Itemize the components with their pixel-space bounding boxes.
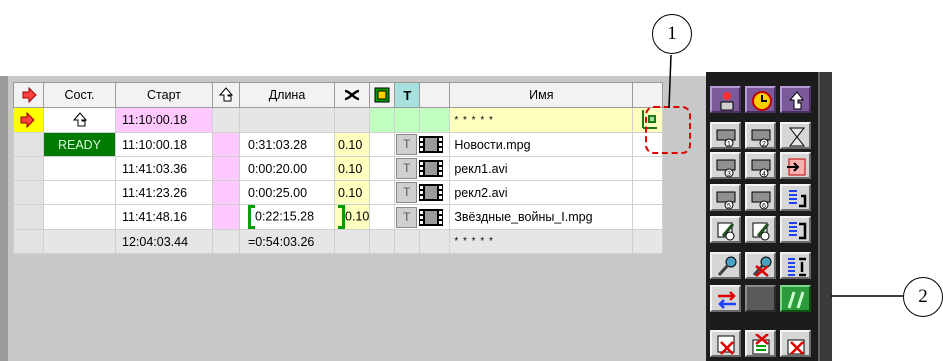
callout-2: 2 bbox=[903, 277, 943, 317]
callout-leader-lines bbox=[668, 54, 904, 297]
callout-1: 1 bbox=[652, 14, 692, 54]
